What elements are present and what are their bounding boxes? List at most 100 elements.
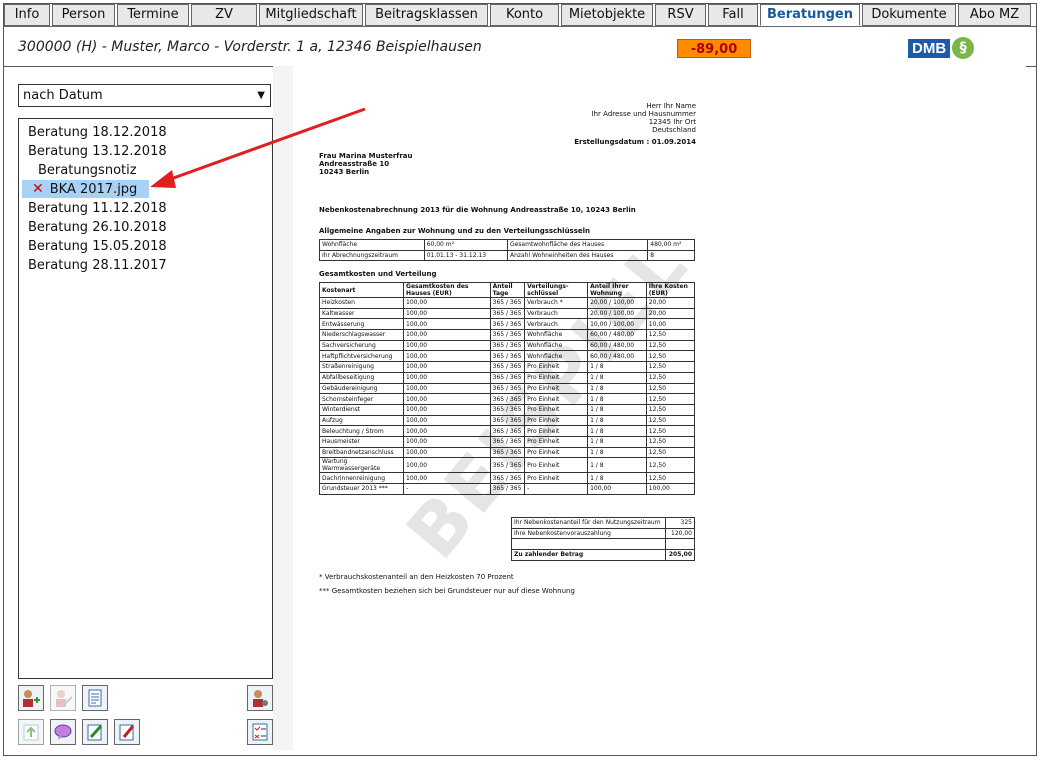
table-cell: Wohnfläche [319, 239, 425, 251]
attachment-label: BKA 2017.jpg [49, 182, 138, 197]
tab-zv[interactable]: ZV [191, 4, 257, 26]
tab-termine[interactable]: Termine [117, 4, 189, 26]
table-cell: 12,50 [645, 403, 696, 416]
table-cell: 365 / 365 [489, 329, 526, 341]
general-heading: Allgemeine Angaben zur Wohnung und zu de… [319, 227, 591, 235]
table-cell: 100,00 [403, 382, 491, 395]
tree-item-beratung[interactable]: Beratung 15.05.2018 [28, 239, 167, 254]
tab-mitgliedschaft[interactable]: Mitgliedschaft [259, 4, 363, 26]
person-settings-button[interactable] [247, 685, 273, 711]
summary-table: Ihr Nebenkostenanteil für den Nutzungsze… [510, 517, 695, 561]
tab-abo-mz[interactable]: Abo MZ [958, 4, 1031, 26]
creation-date: Erstellungsdatum : 01.09.2014 [574, 138, 696, 146]
table-cell: 100,00 [403, 339, 491, 352]
tree-item-note[interactable]: Beratungsnotiz [38, 163, 137, 178]
balance-badge: -89,00 [677, 39, 751, 58]
consultation-tree: Beratung 18.12.2018 Beratung 13.12.2018 … [18, 118, 273, 679]
sender-line: 12345 Ihr Ort [648, 118, 696, 126]
tree-item-beratung[interactable]: Beratung 13.12.2018 [28, 144, 167, 159]
table-cell: 100,00 [403, 318, 491, 331]
document-viewer[interactable]: Herr Ihr Name Ihr Adresse und Hausnummer… [293, 66, 1026, 750]
sender-address: Herr Ihr Name Ihr Adresse und Hausnummer… [592, 102, 696, 134]
table-cell: 100,00 [403, 393, 491, 405]
pencil-note-icon [87, 724, 103, 741]
table-cell: 12,50 [645, 350, 696, 363]
column-header: Gesamtkosten des Hauses (EUR) [403, 282, 491, 298]
person-gear-icon [253, 690, 268, 707]
table-cell: 1 / 8 [587, 457, 647, 474]
sort-select[interactable]: nach Datum ▼ [18, 84, 271, 107]
tree-item-beratung[interactable]: Beratung 11.12.2018 [28, 201, 167, 216]
comment-button[interactable] [50, 719, 76, 745]
table-cell: 1 / 8 [587, 446, 647, 459]
table-cell: Entwässerung [318, 318, 405, 331]
table-cell: Schornsteinfeger [318, 393, 405, 405]
table-cell: Breitbandnetzanschluss [318, 446, 405, 459]
table-cell: Ihre Nebenkostenvorauszahlung [510, 527, 667, 540]
sender-line: Ihr Adresse und Hausnummer [591, 110, 696, 118]
tab-person[interactable]: Person [52, 4, 115, 26]
tab-bar: Info Person Termine ZV Mitgliedschaft Be… [4, 4, 1036, 26]
table-cell: 60,00 m² [423, 239, 508, 251]
tab-rsv[interactable]: RSV [655, 4, 706, 26]
table-cell: 12,50 [645, 457, 696, 474]
tab-dokumente[interactable]: Dokumente [862, 4, 956, 26]
table-cell: 365 / 365 [489, 350, 526, 363]
table-cell: Grundsteuer 2013 *** [318, 483, 405, 495]
tree-item-beratung[interactable]: Beratung 26.10.2018 [28, 220, 167, 235]
table-cell: Sachversicherung [318, 339, 405, 352]
table-cell [510, 538, 667, 551]
sender-line: Herr Ihr Name [646, 102, 696, 110]
table-cell: 12,50 [645, 425, 696, 437]
table-row: Straßenreinigung 100,00 365 / 365 Pro Einhe… [318, 361, 696, 373]
recipient-line: Andreasstraße 10 [319, 160, 390, 168]
table-cell: 12,50 [645, 446, 696, 459]
tree-item-attachment[interactable]: ✕ BKA 2017.jpg [22, 180, 150, 198]
table-cell: 100,00 [645, 483, 696, 495]
table-row: Zu zahlender Betrag 205,00 [510, 549, 695, 561]
table-cell: 12,50 [645, 472, 696, 484]
table-cell: 12,50 [645, 339, 696, 352]
recipient-line: Frau Marina Musterfrau [319, 152, 413, 160]
table-cell [665, 538, 695, 551]
edit-consultation-button[interactable] [50, 685, 76, 711]
table-cell: 01.01.13 - 31.12.13 [423, 249, 508, 262]
table-cell: 365 / 365 [489, 318, 526, 331]
column-header: Kostenart [318, 282, 405, 298]
edit-note-button[interactable] [82, 719, 108, 745]
pin-icon [119, 724, 135, 741]
add-consultation-button[interactable] [18, 685, 44, 711]
table-cell: Ihr Nebenkostenanteil für den Nutzungsze… [510, 517, 667, 529]
logo-text: DMB [908, 38, 951, 58]
table-cell: 100,00 [403, 361, 491, 373]
document-subject: Nebenkostenabrechnung 2013 für die Wohnu… [319, 206, 636, 214]
tab-konto[interactable]: Konto [490, 4, 559, 26]
tree-item-beratung[interactable]: Beratung 28.11.2017 [28, 258, 167, 273]
table-cell: Dachrinnenreinigung [318, 472, 405, 484]
table-cell: 120,00 [665, 527, 695, 540]
table-cell: Niederschlagswasser [318, 329, 405, 341]
table-cell: Kaltwasser [318, 307, 405, 320]
table-cell: 325 [665, 517, 695, 529]
table-cell: 365 / 365 [489, 339, 526, 352]
delete-x-icon[interactable]: ✕ [32, 181, 44, 197]
tab-mietobjekte[interactable]: Mietobjekte [561, 4, 653, 26]
table-cell: Beleuchtung / Strom [318, 425, 405, 437]
tree-item-beratung[interactable]: Beratung 18.12.2018 [28, 125, 167, 140]
table-cell: 100,00 [403, 307, 491, 320]
table-cell: 100,00 [403, 350, 491, 363]
tab-beitragsklassen[interactable]: Beitragsklassen [365, 4, 488, 26]
upload-button[interactable] [18, 719, 44, 745]
pin-button[interactable] [114, 719, 140, 745]
table-cell: Abfallbeseitigung [318, 371, 405, 384]
tab-beratungen[interactable]: Beratungen [760, 4, 860, 26]
add-person-icon [23, 690, 40, 707]
checklist-button[interactable] [247, 719, 273, 745]
costs-heading: Gesamtkosten und Verteilung [319, 270, 437, 278]
table-cell: Wartung Warmwassergeräte [318, 457, 405, 474]
member-title: 300000 (H) - Muster, Marco - Vorderstr. … [18, 39, 482, 55]
table-cell: 205,00 [665, 549, 695, 561]
tab-fall[interactable]: Fall [708, 4, 758, 26]
document-list-button[interactable] [82, 685, 108, 711]
tab-info[interactable]: Info [4, 4, 50, 26]
